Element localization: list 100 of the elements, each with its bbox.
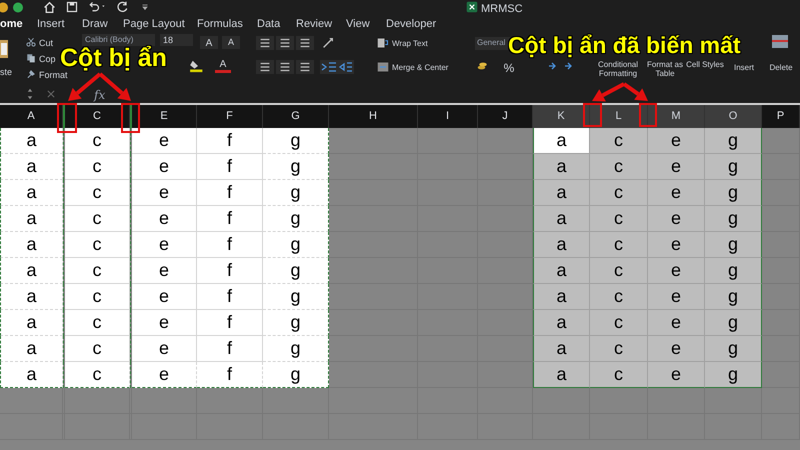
redo-icon[interactable] (117, 1, 129, 13)
table-cell: g (705, 336, 762, 362)
ribbon-tab[interactable]: Insert (37, 16, 65, 32)
ribbon-tab[interactable]: Formulas (197, 16, 243, 32)
column-header[interactable]: P (762, 105, 800, 128)
cells-button[interactable]: Insert (728, 62, 760, 74)
customize-icon[interactable] (141, 3, 149, 11)
column-header[interactable]: L (590, 105, 648, 128)
table-cell: c (65, 336, 130, 362)
save-icon[interactable] (66, 1, 78, 13)
highlight-box (121, 103, 140, 133)
format-painter-button[interactable]: Format (39, 69, 68, 82)
copy-icon[interactable] (26, 53, 36, 63)
up-down-arrows-icon[interactable] (26, 88, 34, 100)
scissors-icon[interactable] (26, 37, 36, 47)
column-header[interactable]: H (329, 105, 418, 128)
table-cell: e (648, 206, 705, 232)
indent-icon[interactable] (320, 60, 354, 74)
ribbon-tab[interactable]: Review (296, 16, 332, 32)
empty-cell (65, 388, 130, 414)
arrow (622, 82, 648, 101)
wrap-text-button[interactable]: Wrap Text (392, 38, 428, 50)
table-cell: a (533, 180, 590, 206)
table-cell: c (590, 206, 648, 232)
table-cell: g (263, 128, 329, 154)
table-cell: g (705, 258, 762, 284)
copy-button[interactable]: Cop (39, 53, 56, 66)
ribbon-tab[interactable]: Draw (82, 16, 108, 32)
table-cell: a (533, 362, 590, 388)
paste-icon[interactable] (0, 38, 10, 60)
percent-button[interactable]: % (502, 59, 516, 77)
table-cell: a (533, 128, 590, 154)
table-cell: c (590, 310, 648, 336)
table-cell: a (0, 128, 63, 154)
font-name-field[interactable]: Calibri (Body) (82, 34, 155, 46)
table-cell: c (65, 310, 130, 336)
empty-cell (478, 388, 533, 414)
decrease-font-button[interactable]: A (222, 36, 240, 49)
merge-center-button[interactable]: Merge & Center (392, 62, 448, 74)
column-header[interactable]: I (418, 105, 478, 128)
table-cell: c (65, 232, 130, 258)
table-cell: c (590, 180, 648, 206)
increase-font-button[interactable]: A (200, 36, 218, 49)
table-cell: g (263, 284, 329, 310)
table-cell: a (533, 232, 590, 258)
table-cell: e (648, 154, 705, 180)
table-cell: a (0, 310, 63, 336)
ribbon-tab[interactable]: ome (0, 16, 23, 32)
table-cell: c (65, 180, 130, 206)
align-icon[interactable] (296, 36, 314, 50)
table-cell: e (132, 310, 197, 336)
home-icon[interactable] (43, 1, 56, 14)
font-size-field[interactable]: 18 (160, 34, 193, 46)
table-cell: c (65, 206, 130, 232)
paste-label: ste (0, 66, 12, 79)
table-cell: a (0, 258, 63, 284)
table-cell: g (263, 206, 329, 232)
table-cell: f (197, 154, 263, 180)
table-cell: a (0, 362, 63, 388)
paintbrush-icon[interactable] (26, 69, 36, 79)
align-icon[interactable] (256, 36, 274, 50)
table-cell: c (590, 232, 648, 258)
align-icon[interactable] (276, 60, 294, 74)
column-header[interactable]: K (533, 105, 590, 128)
table-cell: f (197, 310, 263, 336)
table-cell: g (705, 206, 762, 232)
align-icon[interactable] (296, 60, 314, 74)
ribbon-tab[interactable]: Page Layout (123, 16, 185, 32)
styles-button[interactable]: Conditional Formatting (596, 60, 640, 78)
ribbon-tab[interactable]: Developer (386, 16, 436, 32)
column-header[interactable]: O (705, 105, 762, 128)
table-cell: g (705, 362, 762, 388)
table-cell: c (590, 128, 648, 154)
align-icon[interactable] (276, 36, 294, 50)
merge-cells-icon[interactable] (377, 61, 389, 73)
spreadsheet-icon[interactable] (466, 1, 478, 13)
table-cell: f (197, 336, 263, 362)
ribbon-tab[interactable]: View (346, 16, 370, 32)
table-cell: c (590, 336, 648, 362)
cancel-icon[interactable] (46, 89, 56, 99)
font-color-button[interactable]: A (215, 59, 231, 73)
column-header[interactable]: M (648, 105, 705, 128)
table-cell: e (648, 336, 705, 362)
window-controls-icon[interactable] (0, 2, 24, 13)
align-icon[interactable] (256, 60, 274, 74)
cells-icon[interactable] (771, 34, 789, 49)
table-cell: f (197, 180, 263, 206)
table-cell: c (590, 154, 648, 180)
hidden-column-marker (63, 105, 65, 128)
cut-button[interactable]: Cut (39, 37, 54, 50)
table-cell: a (533, 284, 590, 310)
table-cell: g (705, 128, 762, 154)
table-cell: c (590, 258, 648, 284)
empty-cell (132, 388, 197, 414)
undo-icon[interactable] (88, 1, 106, 13)
table-cell: g (705, 284, 762, 310)
wrap-text-icon[interactable] (377, 37, 389, 49)
ribbon-tab[interactable]: Data (257, 16, 280, 32)
cells-button[interactable]: Delete (765, 62, 797, 74)
table-cell: c (65, 362, 130, 388)
